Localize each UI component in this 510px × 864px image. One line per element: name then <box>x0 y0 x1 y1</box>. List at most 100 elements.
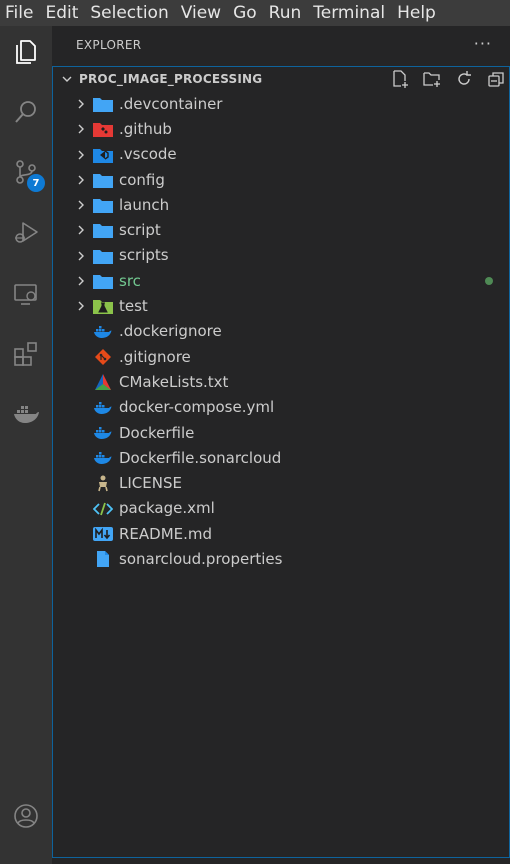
tree-item-license[interactable]: LICENSE <box>53 470 509 495</box>
tree-item-label: scripts <box>119 246 169 265</box>
collapse-all-icon <box>488 72 504 87</box>
git-icon <box>93 347 113 367</box>
collapse-all-button[interactable] <box>487 70 505 88</box>
tree-item-label: CMakeLists.txt <box>119 372 229 391</box>
tree-item-label: .github <box>119 119 172 138</box>
folder-icon <box>93 271 113 291</box>
activity-docker[interactable] <box>0 390 52 438</box>
new-folder-button[interactable] <box>423 70 441 88</box>
tree-item-vscode[interactable]: .vscode <box>53 142 509 167</box>
file-tree: .devcontainer .github .vscode config lau <box>53 91 509 572</box>
docker-icon <box>14 406 39 423</box>
activity-accounts[interactable] <box>0 792 52 840</box>
test-folder-icon <box>93 296 113 316</box>
tree-item-dockerfile-sonarcloud[interactable]: Dockerfile.sonarcloud <box>53 445 509 470</box>
menu-run[interactable]: Run <box>263 0 308 26</box>
activity-run-debug[interactable] <box>0 208 52 256</box>
folder-icon <box>93 195 113 215</box>
workspace-section-header[interactable]: PROC_IMAGE_PROCESSING <box>53 67 509 91</box>
docker-icon <box>93 322 113 342</box>
tree-item-dockerignore[interactable]: .dockerignore <box>53 319 509 344</box>
xml-icon <box>93 499 113 519</box>
new-folder-icon <box>423 72 440 87</box>
tree-item-label: .dockerignore <box>119 322 222 341</box>
license-icon <box>93 473 113 493</box>
tree-item-launch[interactable]: launch <box>53 192 509 217</box>
tree-item-label: launch <box>119 195 170 214</box>
tree-item-docker-compose[interactable]: docker-compose.yml <box>53 395 509 420</box>
new-file-icon <box>393 70 408 88</box>
chevron-right-icon <box>78 99 84 109</box>
tree-item-label: .devcontainer <box>119 94 223 113</box>
tree-item-dockerfile[interactable]: Dockerfile <box>53 420 509 445</box>
refresh-button[interactable] <box>455 70 473 88</box>
markdown-icon <box>93 524 113 544</box>
file-icon <box>93 549 113 569</box>
run-debug-icon <box>15 222 38 243</box>
tree-item-config[interactable]: config <box>53 167 509 192</box>
tree-item-package-xml[interactable]: package.xml <box>53 496 509 521</box>
tree-item-label: Dockerfile.sonarcloud <box>119 448 282 467</box>
remote-explorer-icon <box>14 284 37 305</box>
tree-item-scripts[interactable]: scripts <box>53 243 509 268</box>
activity-explorer[interactable] <box>0 28 52 76</box>
tree-item-label: .gitignore <box>119 347 191 366</box>
refresh-icon <box>458 71 471 85</box>
explorer-sidebar: EXPLORER ··· PROC_IMAGE_PROCESSING .devc… <box>52 26 510 864</box>
docker-icon <box>93 398 113 418</box>
cmake-icon <box>93 372 113 392</box>
files-icon <box>16 40 36 64</box>
sidebar-header: EXPLORER ··· <box>52 26 510 64</box>
menu-help[interactable]: Help <box>391 0 442 26</box>
tree-item-test[interactable]: test <box>53 293 509 318</box>
activity-remote-explorer[interactable] <box>0 270 52 318</box>
account-icon <box>14 804 38 828</box>
chevron-right-icon <box>78 301 84 311</box>
activity-extensions[interactable] <box>0 330 52 378</box>
menu-file[interactable]: File <box>0 0 39 26</box>
tree-item-label: src <box>119 271 141 290</box>
github-folder-icon <box>93 119 113 139</box>
tree-item-readme[interactable]: README.md <box>53 521 509 546</box>
section-actions <box>391 70 505 88</box>
workspace-title: PROC_IMAGE_PROCESSING <box>79 72 263 86</box>
tree-item-cmakelists[interactable]: CMakeLists.txt <box>53 369 509 394</box>
extensions-icon <box>14 342 37 366</box>
tree-item-label: Dockerfile <box>119 423 195 442</box>
tree-item-src[interactable]: src <box>53 268 509 293</box>
new-file-button[interactable] <box>391 70 409 88</box>
menu-selection[interactable]: Selection <box>84 0 174 26</box>
explorer-panel: PROC_IMAGE_PROCESSING .devcontainer .git… <box>52 66 510 858</box>
folder-icon <box>93 170 113 190</box>
more-actions-button[interactable]: ··· <box>474 34 492 53</box>
tree-item-script[interactable]: script <box>53 217 509 242</box>
activity-bar: 7 <box>0 26 52 864</box>
tree-item-label: script <box>119 221 161 240</box>
activity-source-control[interactable]: 7 <box>0 148 52 196</box>
vscode-folder-icon <box>93 145 113 165</box>
docker-icon <box>93 423 113 443</box>
tree-item-gitignore[interactable]: .gitignore <box>53 344 509 369</box>
tree-item-label: sonarcloud.properties <box>119 549 283 568</box>
menu-go[interactable]: Go <box>227 0 263 26</box>
tree-item-label: docker-compose.yml <box>119 398 275 417</box>
tree-item-sonarcloud-properties[interactable]: sonarcloud.properties <box>53 546 509 571</box>
tree-item-github[interactable]: .github <box>53 116 509 141</box>
folder-icon <box>93 246 113 266</box>
source-control-badge: 7 <box>27 174 45 192</box>
tree-item-label: README.md <box>119 524 213 543</box>
tree-item-label: LICENSE <box>119 474 182 493</box>
menu-bar: File Edit Selection View Go Run Terminal… <box>0 0 510 26</box>
docker-icon <box>93 448 113 468</box>
menu-terminal[interactable]: Terminal <box>307 0 391 26</box>
tree-item-label: config <box>119 170 165 189</box>
chevron-down-icon <box>62 76 72 82</box>
chevron-right-icon <box>78 175 84 185</box>
menu-edit[interactable]: Edit <box>39 0 84 26</box>
activity-search[interactable] <box>0 88 52 136</box>
tree-item-devcontainer[interactable]: .devcontainer <box>53 91 509 116</box>
chevron-right-icon <box>78 276 84 286</box>
chevron-right-icon <box>78 150 84 160</box>
chevron-right-icon <box>78 251 84 261</box>
menu-view[interactable]: View <box>175 0 227 26</box>
